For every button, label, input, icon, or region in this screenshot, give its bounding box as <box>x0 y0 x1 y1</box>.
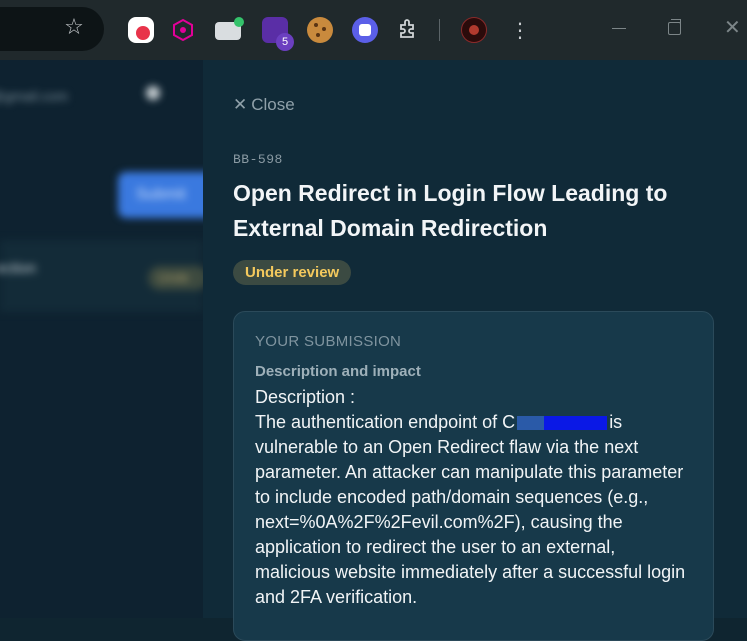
submission-heading: YOUR SUBMISSION <box>255 333 402 350</box>
bg-user-email: @gmail.com <box>0 88 69 104</box>
description-text-start: The authentication endpoint of C <box>255 412 516 432</box>
bg-row-title: ection <box>0 260 37 277</box>
redaction-mark <box>517 416 608 431</box>
restore-icon[interactable] <box>668 19 681 35</box>
description-impact-label: Description and impact <box>255 363 421 380</box>
background-page: @gmail.com Submit ection Unde <box>0 60 203 618</box>
extension-badge-icon[interactable]: 5 <box>262 17 294 51</box>
profile-avatar[interactable] <box>461 17 487 43</box>
description-text-rest: is vulnerable to an Open Redirect flaw v… <box>255 412 686 607</box>
extension-graphql-icon[interactable] <box>170 17 196 43</box>
description-label: Description : <box>255 387 356 407</box>
extension-badge-count: 5 <box>276 33 294 51</box>
bg-submit-button: Submit <box>118 172 203 218</box>
close-label: Close <box>251 95 295 114</box>
minimize-icon[interactable] <box>612 28 626 29</box>
extensions-puzzle-icon[interactable] <box>396 17 422 43</box>
bg-row-badge: Unde <box>148 266 203 290</box>
menu-kebab-icon[interactable]: ⋮ <box>510 17 530 43</box>
status-badge: Under review <box>233 260 352 285</box>
bookmark-star-icon[interactable]: ☆ <box>62 16 86 40</box>
address-bar[interactable] <box>0 7 104 51</box>
extension-block-icon[interactable] <box>128 17 154 43</box>
close-icon: ✕ <box>233 95 248 115</box>
toolbar-divider <box>439 19 440 41</box>
description-text: The authentication endpoint of Cis vulne… <box>255 410 695 610</box>
close-button[interactable]: ✕ Close <box>233 94 295 116</box>
ticket-id: BB-598 <box>233 152 283 167</box>
submission-card: YOUR SUBMISSION Description and impact D… <box>233 311 714 641</box>
extension-shield-icon[interactable] <box>352 17 378 43</box>
extension-cookie-icon[interactable] <box>307 17 333 43</box>
extension-mail-icon[interactable] <box>215 17 244 40</box>
window-close-icon[interactable]: ✕ <box>724 17 742 37</box>
bg-settings-icon <box>146 86 160 100</box>
page-title: Open Redirect in Login Flow Leading to E… <box>233 180 668 241</box>
submission-drawer: ✕ Close BB-598 Open Redirect in Login Fl… <box>203 60 747 641</box>
browser-toolbar: ☆ 5 ⋮ ✕ <box>0 0 747 60</box>
submission-body: Description : The authentication endpoin… <box>255 385 695 610</box>
